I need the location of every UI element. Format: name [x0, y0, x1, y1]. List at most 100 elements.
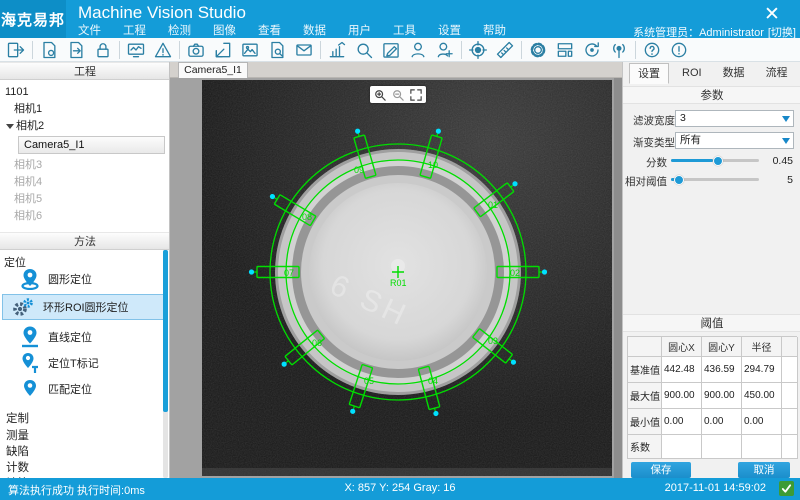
- settings-gear-icon[interactable]: [527, 39, 549, 61]
- circle-locate-pin-icon: [20, 268, 40, 290]
- menu-data[interactable]: 数据: [303, 22, 326, 38]
- ruler-icon[interactable]: [494, 39, 516, 61]
- filter-width-value: 3: [680, 112, 686, 124]
- tab-settings[interactable]: 设置: [629, 63, 669, 84]
- min-center-x[interactable]: 0.00: [662, 409, 702, 435]
- filter-width-dropdown[interactable]: 3: [675, 110, 794, 127]
- app-logo: 海克易邦: [0, 0, 66, 38]
- method-circle-locate[interactable]: 圆形定位: [2, 266, 164, 292]
- menu-file[interactable]: 文件: [78, 22, 101, 38]
- menu-detect[interactable]: 检测: [168, 22, 191, 38]
- row-min-label: 最小值: [628, 409, 662, 435]
- min-radius[interactable]: 0.00: [742, 409, 782, 435]
- category-measure[interactable]: 测量: [6, 427, 156, 443]
- row-coeff-label: 系数: [628, 435, 662, 459]
- antenna-icon[interactable]: [608, 39, 630, 61]
- caliper-label: 09: [354, 165, 364, 175]
- layout-panels-icon[interactable]: [554, 39, 576, 61]
- col-center-y: 圆心Y: [702, 337, 742, 357]
- camera-image-with-annotations[interactable]: 6 SH 10 09 08 07 06: [202, 80, 612, 476]
- tree-item-camera3[interactable]: 相机3: [0, 157, 170, 174]
- tree-item-camera5-i1-selected[interactable]: Camera5_I1: [18, 136, 165, 154]
- tab-data[interactable]: 数据: [715, 63, 753, 84]
- tree-item-camera1[interactable]: 相机1: [0, 101, 170, 118]
- expander-triangle-icon[interactable]: [6, 124, 14, 129]
- tab-camera5-i1[interactable]: Camera5_I1: [178, 62, 248, 78]
- row-empty-cell: [782, 409, 798, 435]
- search-icon[interactable]: [353, 39, 375, 61]
- monitor-signal-icon[interactable]: [125, 39, 147, 61]
- menu-settings[interactable]: 设置: [438, 22, 461, 38]
- image-canvas[interactable]: 6 SH 10 09 08 07 06: [202, 80, 612, 476]
- edit-board-icon[interactable]: [380, 39, 402, 61]
- logout-icon[interactable]: [5, 39, 27, 61]
- sidebar-scrollbar[interactable]: [163, 250, 168, 478]
- baseline-center-x[interactable]: 442.48: [662, 357, 702, 383]
- baseline-radius[interactable]: 294.79: [742, 357, 782, 383]
- menu-help[interactable]: 帮助: [483, 22, 506, 38]
- menu-view[interactable]: 查看: [258, 22, 281, 38]
- coeff-radius[interactable]: [742, 435, 782, 459]
- image-gallery-icon[interactable]: [239, 39, 261, 61]
- category-defect[interactable]: 缺陷: [6, 443, 156, 459]
- menu-image[interactable]: 图像: [213, 22, 236, 38]
- tree-item-camera4[interactable]: 相机4: [0, 174, 170, 191]
- fit-view-icon[interactable]: [409, 88, 423, 102]
- coeff-center-x[interactable]: [662, 435, 702, 459]
- document-search-icon[interactable]: [266, 39, 288, 61]
- close-button[interactable]: ✕: [760, 2, 784, 26]
- max-center-x[interactable]: 900.00: [662, 383, 702, 409]
- import-image-icon[interactable]: [212, 39, 234, 61]
- min-center-y[interactable]: 0.00: [702, 409, 742, 435]
- toolbar-separator: [119, 41, 120, 59]
- warning-icon[interactable]: [152, 39, 174, 61]
- menu-project[interactable]: 工程: [123, 22, 146, 38]
- image-tab-bar: Camera5_I1: [170, 62, 622, 78]
- target-icon[interactable]: [467, 39, 489, 61]
- zoom-out-icon[interactable]: [391, 88, 405, 102]
- row-empty-cell: [782, 435, 798, 459]
- user-icon[interactable]: [407, 39, 429, 61]
- method-ring-roi-circle-locate[interactable]: 环形ROI圆形定位: [2, 294, 164, 320]
- camera-icon[interactable]: [185, 39, 207, 61]
- tree-item-project-root[interactable]: 1101: [0, 84, 170, 101]
- category-custom[interactable]: 定制: [6, 410, 156, 426]
- score-slider[interactable]: [671, 159, 759, 162]
- rel-threshold-slider[interactable]: [671, 178, 759, 181]
- scrollbar-thumb[interactable]: [163, 250, 168, 412]
- row-empty-cell: [782, 383, 798, 409]
- method-locate-t-mark[interactable]: 定位T标记: [2, 350, 164, 376]
- max-radius[interactable]: 450.00: [742, 383, 782, 409]
- menu-tools[interactable]: 工具: [393, 22, 416, 38]
- max-center-y[interactable]: 900.00: [702, 383, 742, 409]
- tree-item-camera6[interactable]: 相机6: [0, 208, 170, 225]
- baseline-center-y[interactable]: 436.59: [702, 357, 742, 383]
- status-bar: 算法执行成功 执行时间:0ms X: 857 Y: 254 Gray: 16 2…: [0, 478, 800, 500]
- chart-trend-icon[interactable]: [326, 39, 348, 61]
- right-sidebar: 设置 ROI 数据 流程 参数 滤波宽度 3 渐变类型 所有 分数 0.45 相…: [622, 62, 800, 478]
- zoom-in-icon[interactable]: [373, 88, 387, 102]
- tab-roi[interactable]: ROI: [674, 63, 710, 84]
- menu-user[interactable]: 用户: [348, 22, 371, 38]
- tab-flow[interactable]: 流程: [758, 63, 796, 84]
- rel-threshold-slider-thumb[interactable]: [674, 175, 684, 185]
- cancel-button[interactable]: 取消: [738, 462, 790, 478]
- lock-icon[interactable]: [92, 39, 114, 61]
- about-icon[interactable]: [668, 39, 690, 61]
- add-user-icon[interactable]: [434, 39, 456, 61]
- tree-item-camera2[interactable]: 相机2: [0, 118, 170, 135]
- coeff-center-y[interactable]: [702, 435, 742, 459]
- caliper-label: 06: [312, 338, 322, 348]
- score-slider-thumb[interactable]: [713, 156, 723, 166]
- gradient-type-dropdown[interactable]: 所有: [675, 132, 794, 149]
- save-button[interactable]: 保存: [631, 462, 691, 478]
- method-line-locate[interactable]: 直线定位: [2, 324, 164, 350]
- method-match-locate[interactable]: 匹配定位: [2, 376, 164, 402]
- mail-icon[interactable]: [293, 39, 315, 61]
- document-settings-icon[interactable]: [38, 39, 60, 61]
- document-export-icon[interactable]: [65, 39, 87, 61]
- tree-item-camera5[interactable]: 相机5: [0, 191, 170, 208]
- refresh-icon[interactable]: [581, 39, 603, 61]
- help-icon[interactable]: [641, 39, 663, 61]
- category-count[interactable]: 计数: [6, 459, 156, 475]
